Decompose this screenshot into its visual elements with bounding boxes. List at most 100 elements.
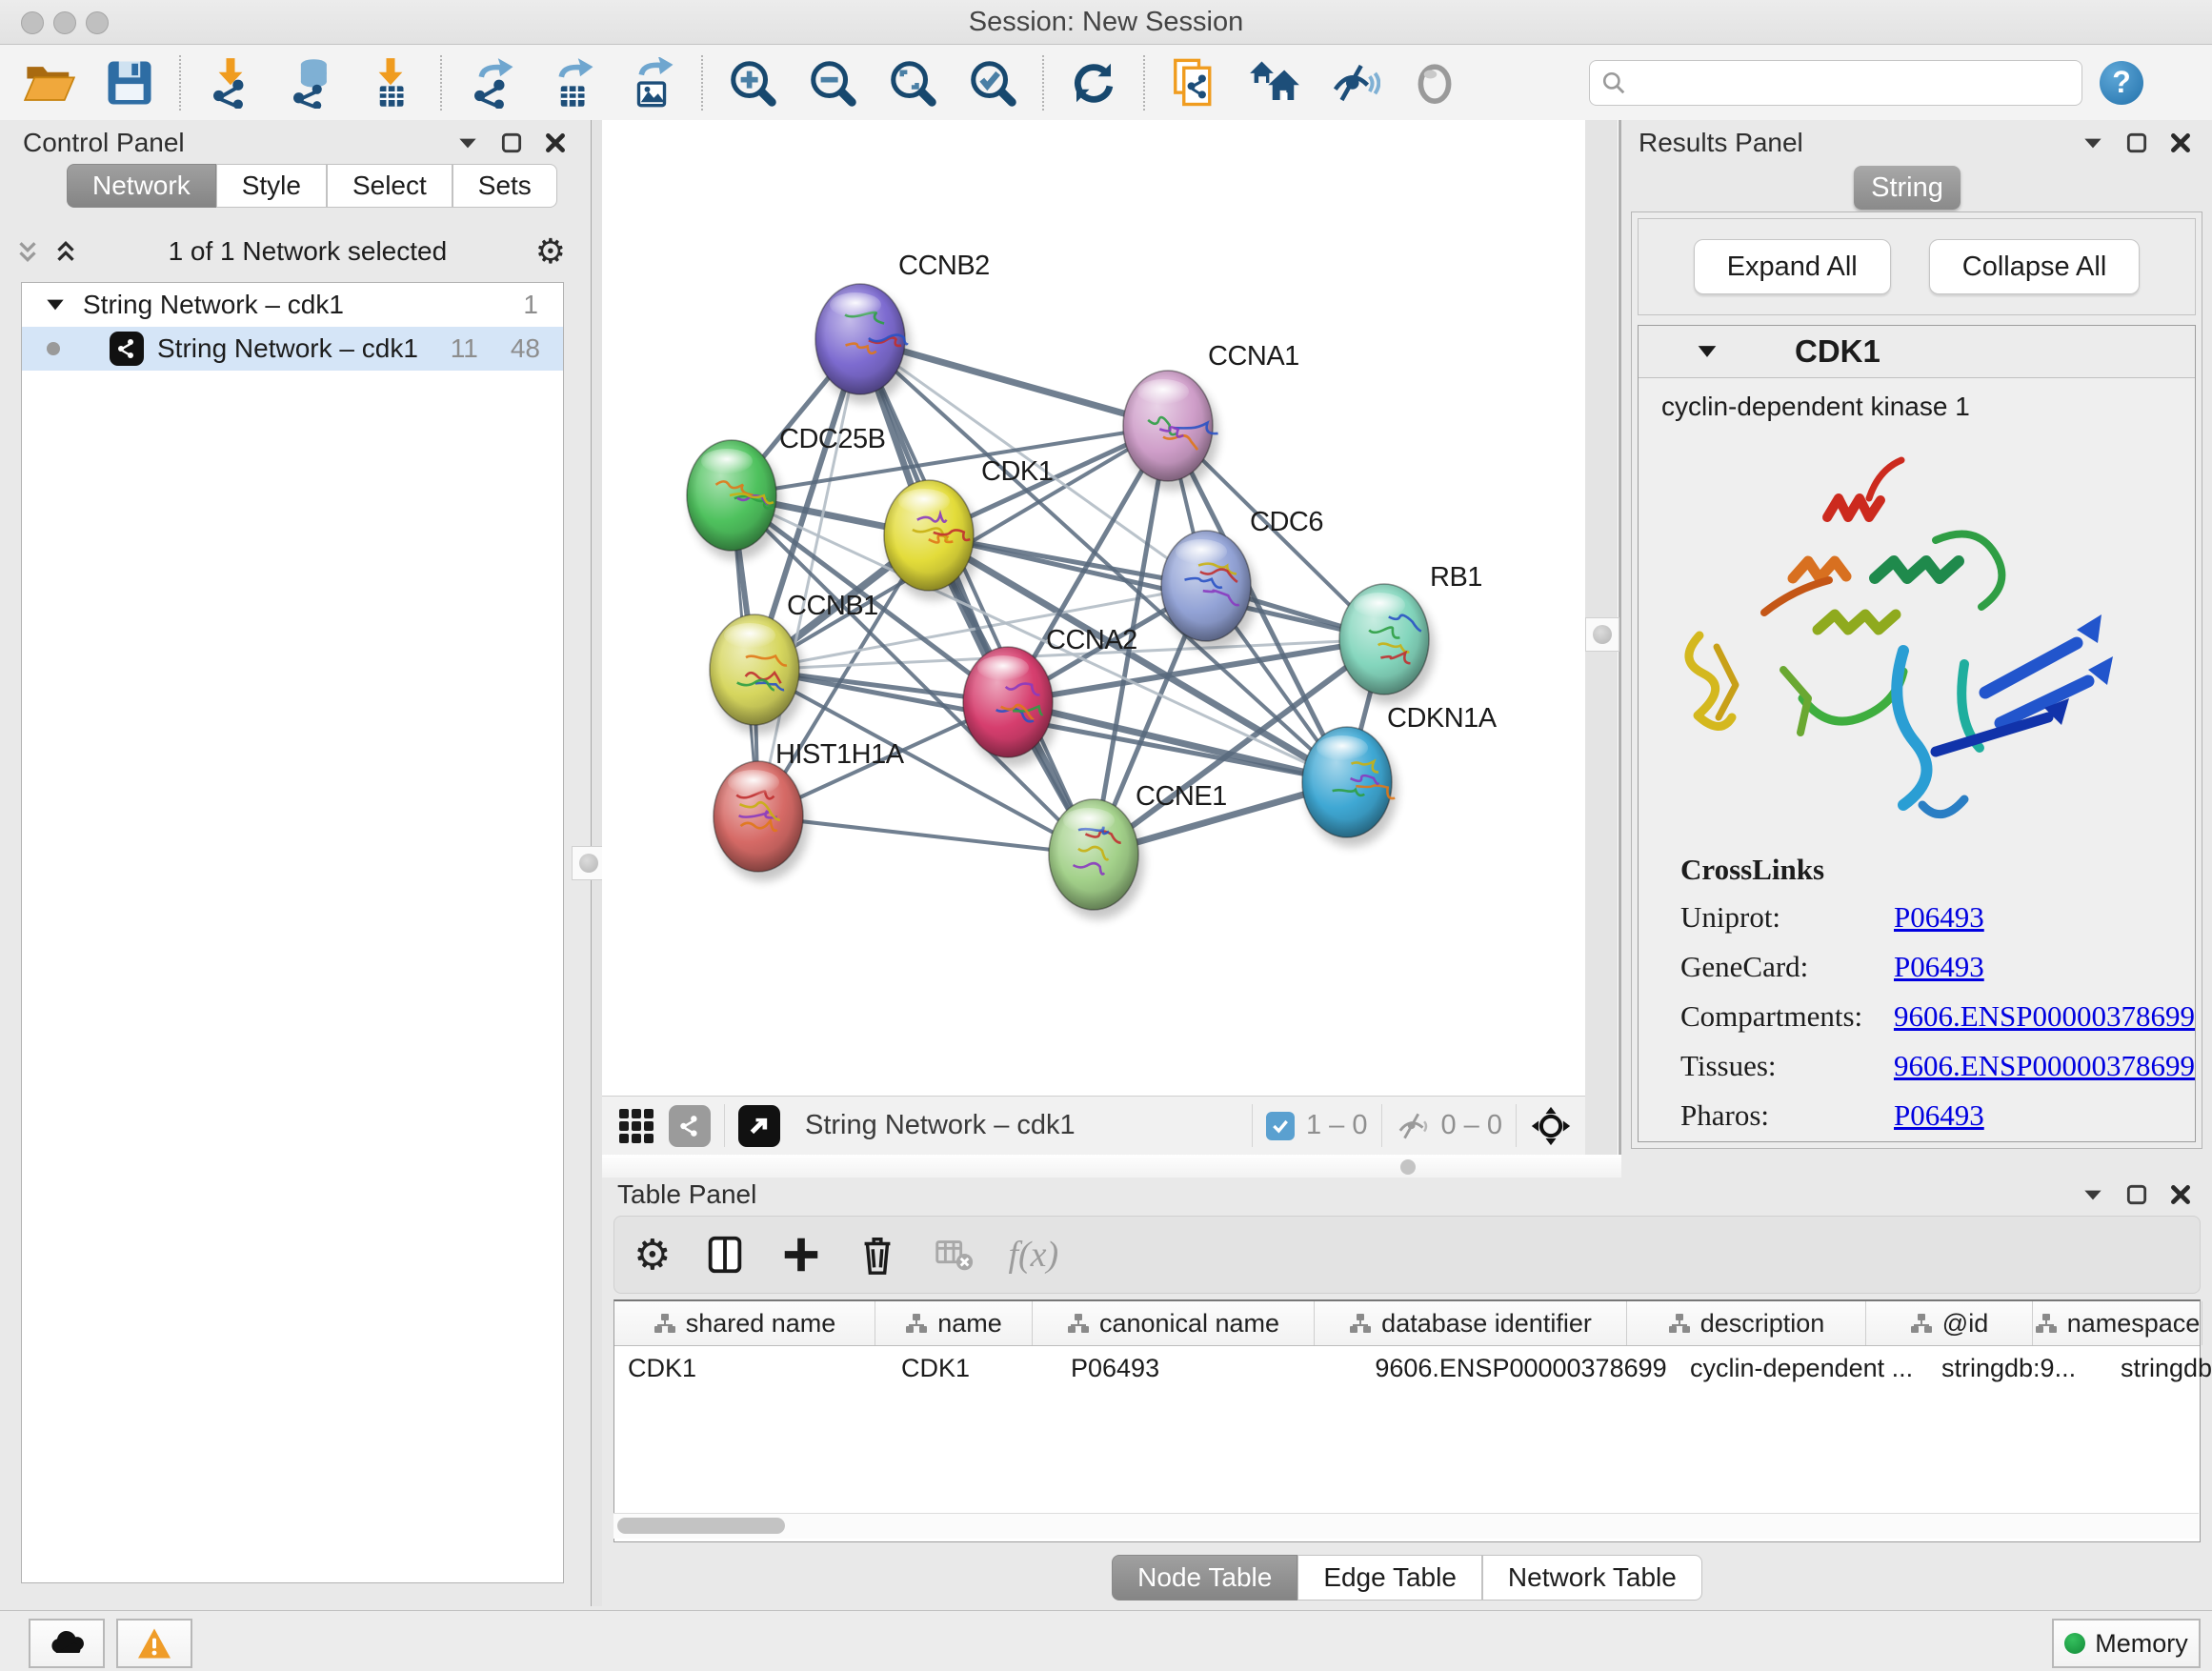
add-column-icon[interactable] xyxy=(779,1233,823,1277)
network-edge-CCNB2-CCNE1[interactable] xyxy=(860,339,1094,855)
selected-items-checkbox[interactable] xyxy=(1266,1112,1295,1140)
export-network-icon[interactable] xyxy=(465,56,518,110)
crosslink-link[interactable]: 9606.ENSP00000378699 xyxy=(1894,1049,2195,1083)
help-icon[interactable]: ? xyxy=(2100,61,2143,105)
tab-sets[interactable]: Sets xyxy=(452,164,557,208)
network-node-CCNB2[interactable] xyxy=(815,284,911,404)
zoom-fit-icon[interactable] xyxy=(886,56,939,110)
import-network-icon[interactable] xyxy=(204,56,257,110)
home-icon[interactable] xyxy=(1248,56,1301,110)
network-node-CCNA2[interactable] xyxy=(963,647,1058,767)
node-label-HIST1H1A: HIST1H1A xyxy=(775,739,905,770)
collapse-all-networks-icon[interactable] xyxy=(51,237,80,266)
collection-caret-icon[interactable] xyxy=(43,292,68,317)
network-node-CCNA1[interactable] xyxy=(1123,371,1218,491)
zoom-out-icon[interactable] xyxy=(806,56,859,110)
network-options-gear-icon[interactable]: ⚙ xyxy=(535,232,566,272)
close-panel-icon[interactable] xyxy=(543,131,568,155)
table-horizontal-scrollbar[interactable] xyxy=(613,1513,2199,1539)
float-panel-icon[interactable] xyxy=(2124,1182,2149,1207)
memory-button[interactable]: Memory xyxy=(2052,1619,2201,1668)
cell-namespace[interactable]: stringdb xyxy=(2107,1346,2212,1390)
collapse-panel-icon[interactable] xyxy=(2081,1182,2105,1207)
column-header-databaseidentifier[interactable]: database identifier xyxy=(1315,1301,1627,1345)
show-all-icon[interactable] xyxy=(1408,56,1461,110)
column-header-sharedname[interactable]: shared name xyxy=(614,1301,875,1345)
network-node-HIST1H1A[interactable] xyxy=(714,761,809,881)
crosslink-link[interactable]: P06493 xyxy=(1894,950,1984,984)
horizontal-splitter[interactable] xyxy=(602,1155,1621,1178)
cell-canonicalname[interactable]: P06493 xyxy=(1057,1346,1352,1390)
scrollbar-thumb[interactable] xyxy=(617,1518,785,1534)
search-field[interactable] xyxy=(1589,60,2082,106)
open-session-icon[interactable] xyxy=(23,56,76,110)
table-row[interactable]: CDK1CDK1P064939606.ENSP00000378699cyclin… xyxy=(614,1346,2200,1390)
warnings-button[interactable] xyxy=(116,1619,192,1668)
crosslink-link[interactable]: 9606.ENSP00000378699 xyxy=(1894,999,2195,1034)
splitter-handle-right[interactable] xyxy=(1585,617,1619,652)
expand-all-button[interactable]: Expand All xyxy=(1694,239,1891,294)
network-node-RB1[interactable] xyxy=(1339,584,1435,704)
grid-mode-icon[interactable] xyxy=(619,1109,654,1143)
tab-style[interactable]: Style xyxy=(216,164,327,208)
splitter-handle-left[interactable] xyxy=(572,846,606,880)
cell-sharedname[interactable]: CDK1 xyxy=(614,1346,888,1390)
zoom-in-icon[interactable] xyxy=(726,56,779,110)
close-panel-icon[interactable] xyxy=(2168,131,2193,155)
delete-column-icon[interactable] xyxy=(855,1233,899,1277)
crosslink-link[interactable]: P06493 xyxy=(1894,900,1984,935)
import-network-from-database-icon[interactable] xyxy=(284,56,337,110)
string-import-icon[interactable] xyxy=(1168,56,1221,110)
node-label-CCNB1: CCNB1 xyxy=(787,591,878,621)
column-header-description[interactable]: description xyxy=(1627,1301,1866,1345)
cell-description[interactable]: cyclin-dependent ... xyxy=(1677,1346,1928,1390)
float-panel-icon[interactable] xyxy=(499,131,524,155)
node-table[interactable]: shared namenamecanonical namedatabase id… xyxy=(613,1299,2201,1542)
export-table-icon[interactable] xyxy=(545,56,598,110)
cloud-status-button[interactable] xyxy=(29,1619,105,1668)
network-node-CCNB1[interactable] xyxy=(710,614,805,735)
network-node-CCNE1[interactable] xyxy=(1049,799,1144,919)
show-columns-icon[interactable] xyxy=(703,1233,747,1277)
tab-node-table[interactable]: Node Table xyxy=(1112,1555,1297,1601)
collapse-panel-icon[interactable] xyxy=(455,131,480,155)
column-header-name[interactable]: name xyxy=(875,1301,1033,1345)
tab-network-table[interactable]: Network Table xyxy=(1482,1555,1702,1601)
network-share-icon[interactable] xyxy=(669,1105,711,1147)
collapse-panel-icon[interactable] xyxy=(2081,131,2105,155)
cell-name[interactable]: CDK1 xyxy=(888,1346,1057,1390)
collapse-all-button[interactable]: Collapse All xyxy=(1929,239,2141,294)
tab-edge-table[interactable]: Edge Table xyxy=(1297,1555,1482,1601)
hide-unselected-icon[interactable] xyxy=(1328,56,1381,110)
export-image-icon[interactable] xyxy=(625,56,678,110)
splitter-handle-icon[interactable] xyxy=(1400,1159,1416,1175)
network-node-CDKN1A[interactable] xyxy=(1302,727,1398,847)
apply-layout-icon[interactable] xyxy=(1067,56,1120,110)
section-caret-icon[interactable] xyxy=(1694,338,1720,365)
crosslink-link[interactable]: P06493 xyxy=(1894,1098,1984,1133)
search-input[interactable] xyxy=(1634,67,2047,98)
network-row[interactable]: String Network – cdk1 11 48 xyxy=(22,327,563,371)
pan-crosshair-icon[interactable] xyxy=(1530,1105,1572,1147)
column-header-namespace[interactable]: namespace xyxy=(2033,1301,2202,1345)
cell-id[interactable]: stringdb:9... xyxy=(1928,1346,2107,1390)
table-options-gear-icon[interactable]: ⚙ xyxy=(633,1231,671,1279)
cell-databaseidentifier[interactable]: 9606.ENSP00000378699 xyxy=(1352,1346,1677,1390)
tab-select[interactable]: Select xyxy=(327,164,452,208)
network-node-CDC25B[interactable] xyxy=(687,440,782,560)
network-view[interactable]: CCNB2CCNA1CDC25BCDK1CDC6RB1CCNB1CCNA2CDK… xyxy=(602,120,1585,1096)
import-table-icon[interactable] xyxy=(364,56,417,110)
node-label-CCNB2: CCNB2 xyxy=(898,251,990,281)
birdseye-view-icon[interactable] xyxy=(738,1105,780,1147)
zoom-selected-icon[interactable] xyxy=(966,56,1019,110)
tab-string[interactable]: String xyxy=(1854,166,1961,210)
tab-network[interactable]: Network xyxy=(67,164,216,208)
expand-all-networks-icon[interactable] xyxy=(13,237,42,266)
column-header-canonicalname[interactable]: canonical name xyxy=(1033,1301,1315,1345)
float-panel-icon[interactable] xyxy=(2124,131,2149,155)
save-session-icon[interactable] xyxy=(103,56,156,110)
network-node-CDC6[interactable] xyxy=(1161,531,1257,651)
close-panel-icon[interactable] xyxy=(2168,1182,2193,1207)
column-header-id[interactable]: @id xyxy=(1866,1301,2033,1345)
network-collection-row[interactable]: String Network – cdk1 1 xyxy=(22,283,563,327)
